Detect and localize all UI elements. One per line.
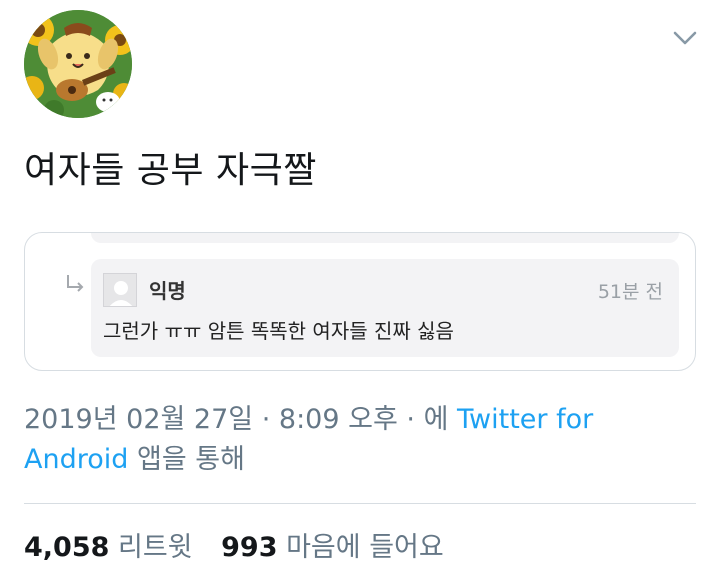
pompompurin-avatar-icon [24, 10, 132, 118]
previous-comment-edge [91, 233, 679, 243]
retweet-label: 리트윗 [118, 532, 193, 563]
retweet-count: 4,058 [24, 532, 110, 563]
likes-stat[interactable]: 993 마음에 들어요 [221, 532, 444, 563]
via-prefix: 에 [423, 404, 449, 435]
separator: · [261, 404, 271, 435]
source-link-part1: Twitter for [457, 404, 594, 435]
like-label: 마음에 들어요 [286, 532, 444, 563]
attached-image[interactable]: 익명 51분 전 그런가 ㅠㅠ 암튼 똑똑한 여자들 진짜 싫음 [24, 232, 696, 371]
chevron-down-icon[interactable] [672, 28, 698, 48]
separator: · [406, 404, 415, 435]
comment-body: 그런가 ㅠㅠ 암튼 똑똑한 여자들 진짜 싫음 [103, 319, 454, 343]
profile-avatar[interactable] [24, 10, 132, 118]
via-suffix: 앱을 통해 [136, 444, 245, 475]
tweet-metadata: 2019년 02월 27일 · 8:09 오후 · 에 Twitter for A… [24, 400, 694, 480]
engagement-stats: 4,058 리트윗 993 마음에 들어요 [24, 528, 444, 568]
retweets-stat[interactable]: 4,058 리트윗 [24, 532, 193, 563]
tweet-date: 2019년 02월 27일 [24, 404, 254, 435]
tweet-text: 여자들 공부 자극짤 [24, 150, 317, 191]
reply-arrow-icon [67, 275, 84, 292]
divider [24, 503, 696, 504]
reply-comment: 익명 51분 전 그런가 ㅠㅠ 암튼 똑똑한 여자들 진짜 싫음 [91, 259, 679, 357]
comment-time: 51분 전 [597, 281, 663, 303]
anonymous-user-icon [103, 273, 137, 307]
like-count: 993 [221, 532, 278, 563]
comment-author: 익명 [149, 279, 186, 303]
tweet-time: 8:09 오후 [278, 404, 398, 435]
source-link-part2: Android [24, 444, 129, 475]
